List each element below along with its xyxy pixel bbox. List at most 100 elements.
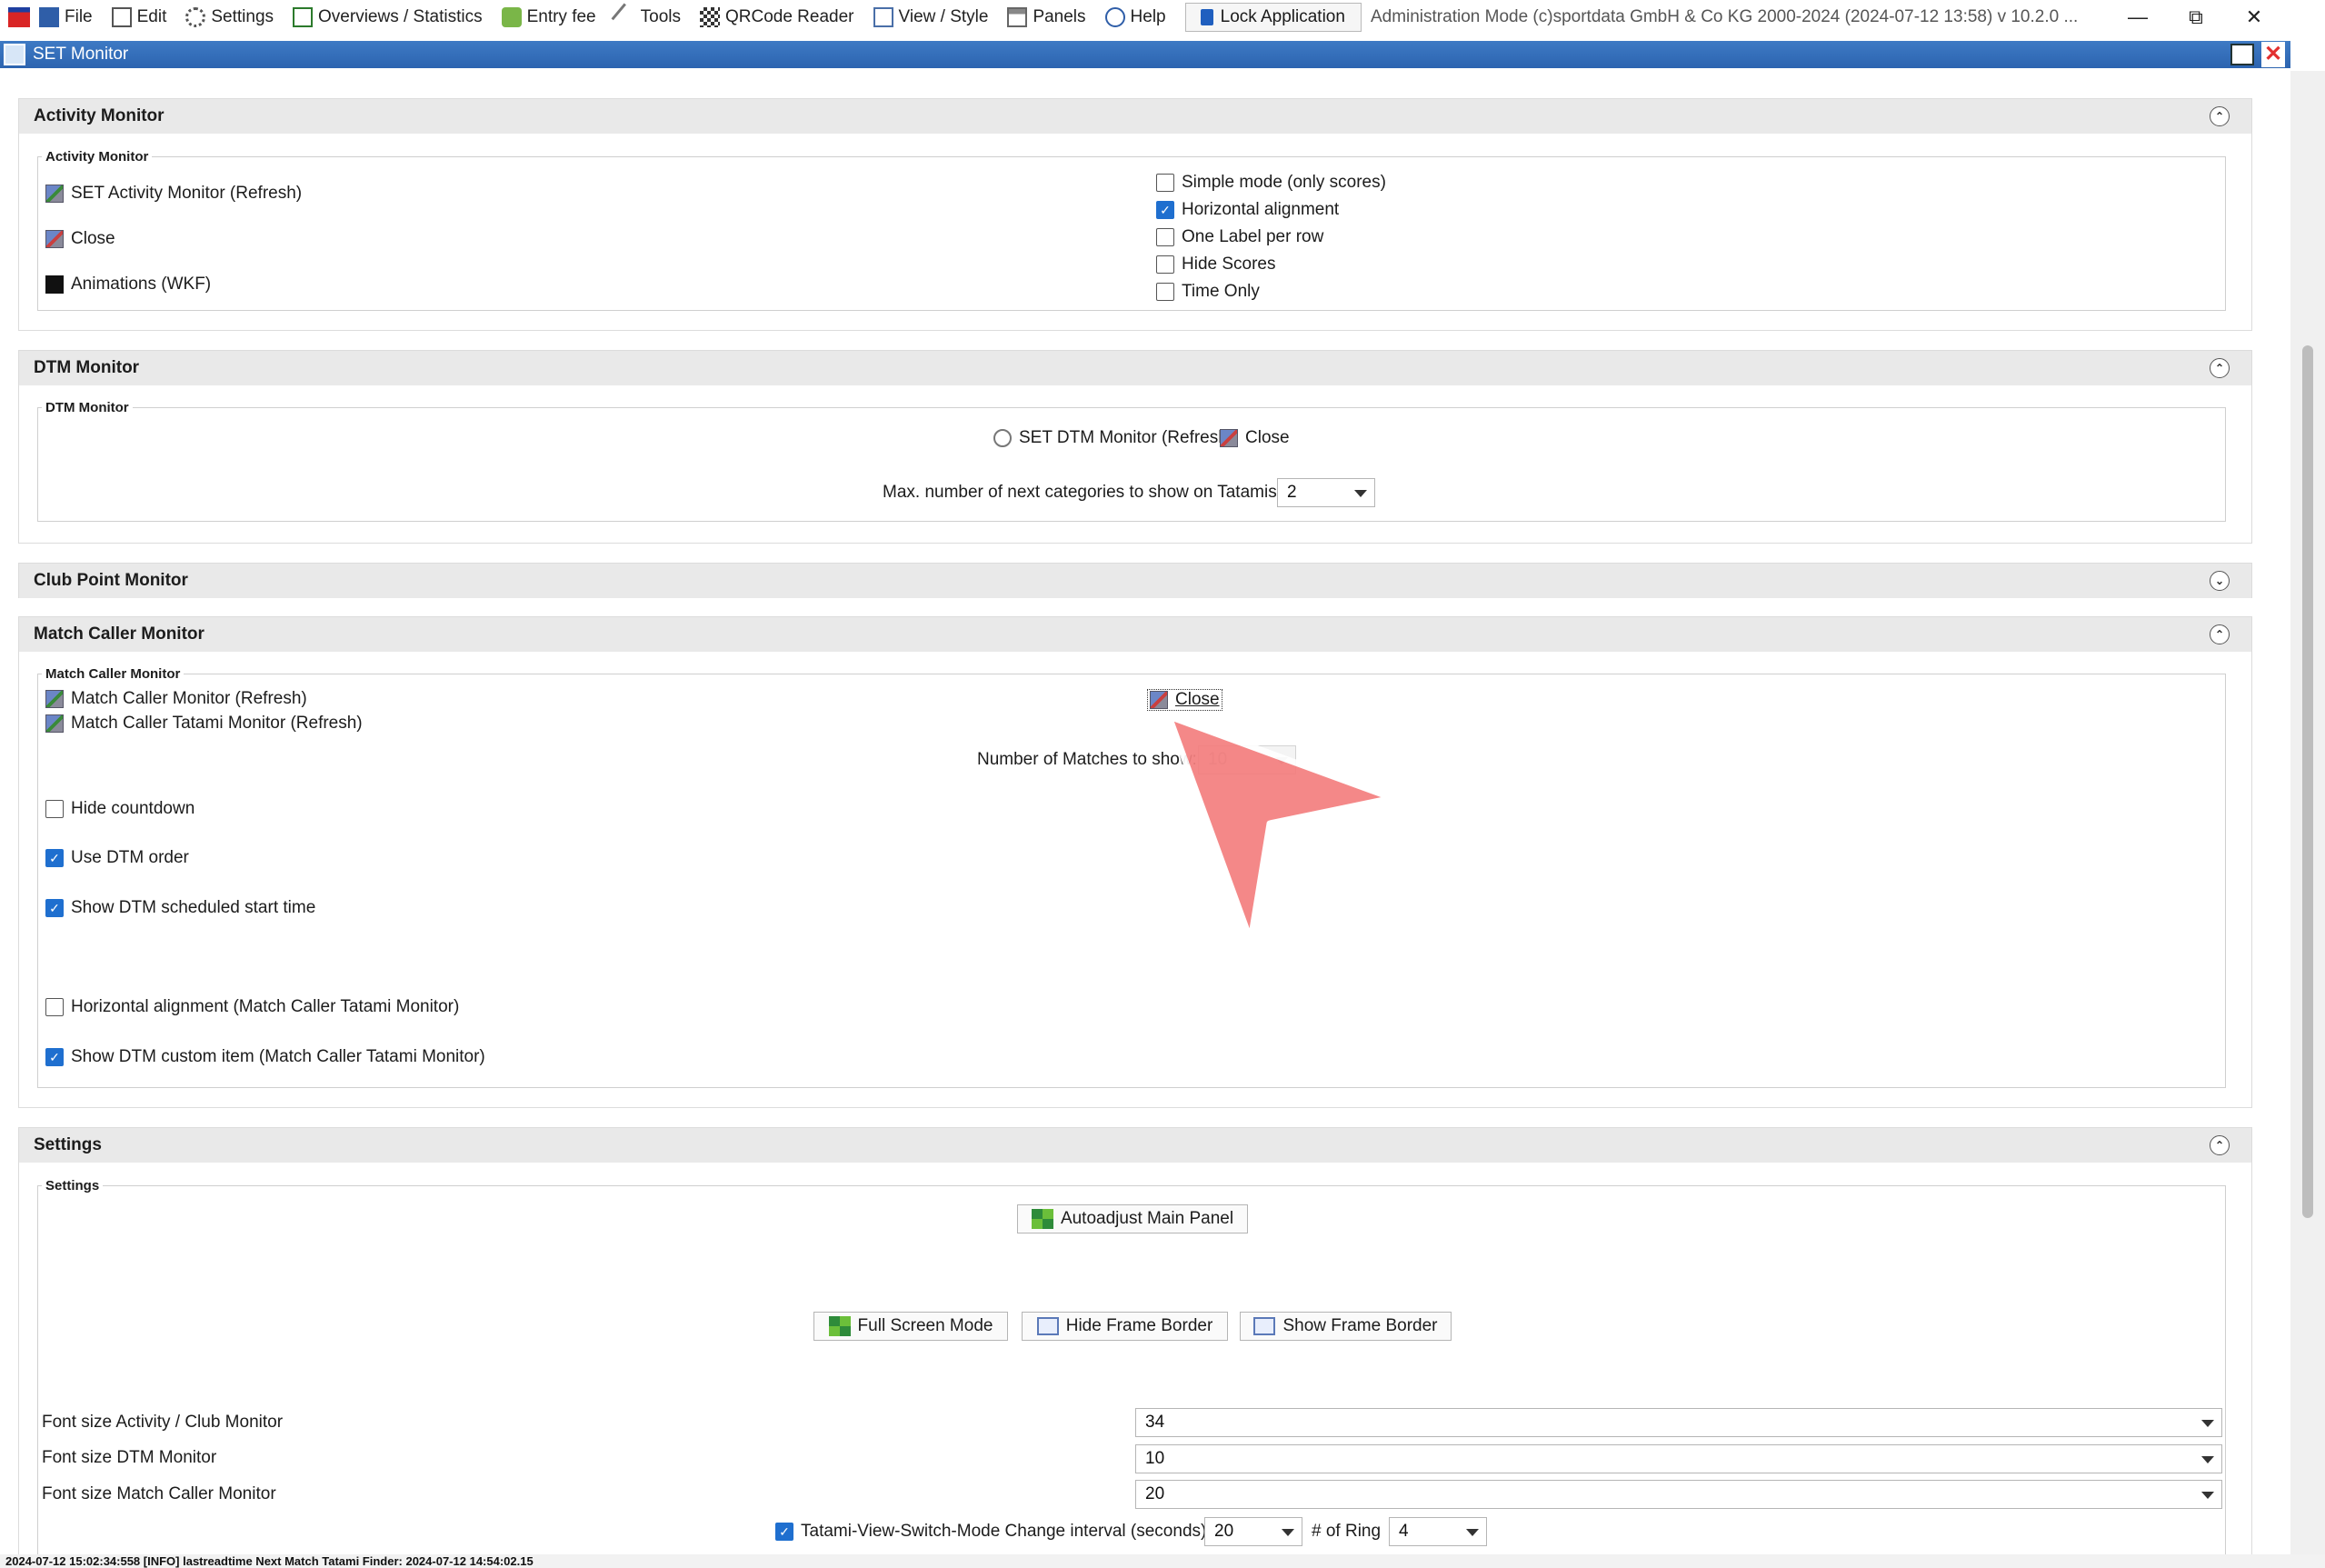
menu-edit[interactable]: Edit <box>111 7 166 27</box>
hide-frame-border-button[interactable]: Hide Frame Border <box>1022 1312 1228 1341</box>
horizontal-alignment-tatami-checkbox[interactable]: Horizontal alignment (Match Caller Tatam… <box>45 997 459 1017</box>
restore-button[interactable]: ⧉ <box>2167 0 2225 35</box>
checkbox-checked[interactable]: ✓ <box>45 1048 64 1066</box>
collapse-up-icon[interactable]: ⌃ <box>2210 106 2230 126</box>
close-match-caller-button[interactable]: Close <box>1147 689 1222 711</box>
animations-wkf-button[interactable]: Animations (WKF) <box>45 275 211 295</box>
max-categories-dropdown[interactable]: 2 <box>1277 478 1375 507</box>
monitor-frame-icon <box>4 44 25 65</box>
chevron-down-icon <box>1466 1529 1479 1536</box>
match-caller-monitor-header[interactable]: Match Caller Monitor ⌃ <box>19 617 2251 652</box>
menu-overviews-statistics[interactable]: Overviews / Statistics <box>293 7 483 27</box>
grid-icon <box>1031 1209 1053 1229</box>
menu-help[interactable]: Help <box>1104 7 1166 27</box>
refresh-icon <box>993 429 1012 447</box>
menu-settings[interactable]: Settings <box>185 7 274 27</box>
chevron-down-icon <box>2201 1420 2214 1427</box>
checkbox-checked[interactable]: ✓ <box>1156 201 1174 219</box>
match-caller-tatami-monitor-button[interactable]: Match Caller Tatami Monitor (Refresh) <box>45 714 363 734</box>
lock-application-button[interactable]: Lock Application <box>1184 3 1362 32</box>
show-frame-border-button[interactable]: Show Frame Border <box>1240 1312 1452 1341</box>
max-categories-label: Max. number of next categories to show o… <box>883 483 1282 502</box>
application-window: File Edit Settings Overviews / Statistic… <box>0 0 2325 1568</box>
chevron-down-icon <box>1282 1529 1294 1536</box>
collapse-up-icon[interactable]: ⌃ <box>2210 624 2230 644</box>
menu-qrcode-reader[interactable]: QRCode Reader <box>699 7 854 27</box>
admin-title: Administration Mode (c)sportdata GmbH & … <box>1370 7 2079 26</box>
set-activity-monitor-button[interactable]: SET Activity Monitor (Refresh) <box>45 184 302 204</box>
menu-file[interactable]: File <box>39 7 93 27</box>
minimize-button[interactable]: — <box>2109 0 2167 35</box>
close-dtm-monitor-button[interactable]: Close <box>1220 428 1290 448</box>
group-title: Activity Monitor <box>42 149 153 165</box>
font-size-match-caller-label: Font size Match Caller Monitor <box>42 1484 276 1503</box>
checkbox[interactable] <box>1156 228 1174 246</box>
autoadjust-main-panel-button[interactable]: Autoadjust Main Panel <box>1017 1204 1248 1233</box>
chevron-down-icon <box>1354 490 1367 497</box>
activity-monitor-group: Activity Monitor SET Activity Monitor (R… <box>37 149 2226 311</box>
file-icon <box>39 7 59 27</box>
ring-count-label: # of Ring <box>1312 1522 1382 1541</box>
ring-count-dropdown[interactable]: 4 <box>1389 1517 1487 1546</box>
checkbox[interactable] <box>1156 283 1174 301</box>
club-point-monitor-header[interactable]: Club Point Monitor ⌄ <box>19 564 2251 598</box>
qrcode-icon <box>699 7 720 27</box>
set-dtm-monitor-button[interactable]: SET DTM Monitor (Refresh) <box>993 428 1233 448</box>
font-size-activity-dropdown[interactable]: 34 <box>1135 1408 2222 1437</box>
menu-entry-fee[interactable]: Entry fee <box>501 7 596 27</box>
close-frame-icon[interactable]: ✕ <box>2261 42 2285 67</box>
group-title: DTM Monitor <box>42 400 133 415</box>
font-size-dtm-label: Font size DTM Monitor <box>42 1448 217 1467</box>
dtm-monitor-header[interactable]: DTM Monitor ⌃ <box>19 351 2251 385</box>
activity-monitor-section: Activity Monitor ⌃ Activity Monitor SET … <box>18 98 2252 331</box>
menu-tools[interactable]: Tools <box>611 3 681 32</box>
full-screen-mode-button[interactable]: Full Screen Mode <box>813 1312 1008 1341</box>
checkbox[interactable] <box>1156 255 1174 274</box>
match-caller-monitor-section: Match Caller Monitor ⌃ Match Caller Moni… <box>18 616 2252 1108</box>
checkbox[interactable] <box>45 998 64 1016</box>
panels-icon <box>1007 7 1028 27</box>
animation-icon <box>45 275 64 294</box>
menu-view-style[interactable]: View / Style <box>873 7 988 27</box>
detach-frame-icon[interactable] <box>2230 44 2254 65</box>
dtm-monitor-group: DTM Monitor SET DTM Monitor (Refresh) Cl… <box>37 400 2226 522</box>
close-activity-monitor-button[interactable]: Close <box>45 229 115 249</box>
hide-countdown-checkbox[interactable]: Hide countdown <box>45 799 195 819</box>
settings-group: Settings Autoadjust Main Panel Full Scre… <box>37 1178 2226 1554</box>
frame-title: SET Monitor <box>33 45 129 64</box>
font-size-activity-label: Font size Activity / Club Monitor <box>42 1413 284 1432</box>
club-point-monitor-section: Club Point Monitor ⌄ <box>18 563 2252 598</box>
simple-mode-checkbox[interactable]: Simple mode (only scores) <box>1156 173 1386 193</box>
use-dtm-order-checkbox[interactable]: ✓ Use DTM order <box>45 848 189 868</box>
collapse-up-icon[interactable]: ⌃ <box>2210 358 2230 378</box>
collapse-up-icon[interactable]: ⌃ <box>2210 1135 2230 1155</box>
settings-header[interactable]: Settings ⌃ <box>19 1128 2251 1163</box>
number-of-matches-dropdown[interactable]: 10 <box>1198 745 1296 774</box>
monitor-settings-panel: Activity Monitor ⌃ Activity Monitor SET … <box>0 71 2290 1554</box>
show-dtm-custom-item-checkbox[interactable]: ✓ Show DTM custom item (Match Caller Tata… <box>45 1047 485 1067</box>
checkbox-checked[interactable]: ✓ <box>45 899 64 917</box>
monitor-close-icon <box>1220 429 1238 447</box>
group-title: Match Caller Monitor <box>42 666 185 682</box>
close-window-button[interactable]: ✕ <box>2225 0 2283 35</box>
checkbox[interactable] <box>45 800 64 818</box>
font-size-dtm-dropdown[interactable]: 10 <box>1135 1444 2222 1473</box>
expand-down-icon[interactable]: ⌄ <box>2210 571 2230 591</box>
interval-dropdown[interactable]: 20 <box>1204 1517 1302 1546</box>
activity-monitor-header[interactable]: Activity Monitor ⌃ <box>19 99 2251 134</box>
font-size-match-caller-dropdown[interactable]: 20 <box>1135 1480 2222 1509</box>
one-label-per-row-checkbox[interactable]: One Label per row <box>1156 227 1323 247</box>
scrollbar-thumb[interactable] <box>2302 345 2313 1218</box>
show-dtm-start-time-checkbox[interactable]: ✓ Show DTM scheduled start time <box>45 898 315 918</box>
time-only-checkbox[interactable]: Time Only <box>1156 282 1260 302</box>
menu-panels[interactable]: Panels <box>1007 7 1086 27</box>
horizontal-alignment-checkbox[interactable]: ✓ Horizontal alignment <box>1156 200 1339 220</box>
checkbox-checked[interactable]: ✓ <box>45 849 64 867</box>
match-caller-monitor-button[interactable]: Match Caller Monitor (Refresh) <box>45 689 307 709</box>
tatami-view-switch-mode-checkbox[interactable]: ✓ Tatami-View-Switch-Mode Change interval… <box>775 1522 1206 1542</box>
checkbox-checked[interactable]: ✓ <box>775 1523 793 1541</box>
frame-icon <box>1036 1317 1059 1335</box>
hide-scores-checkbox[interactable]: Hide Scores <box>1156 255 1276 275</box>
checkbox[interactable] <box>1156 174 1174 192</box>
monitor-icon <box>45 714 64 733</box>
